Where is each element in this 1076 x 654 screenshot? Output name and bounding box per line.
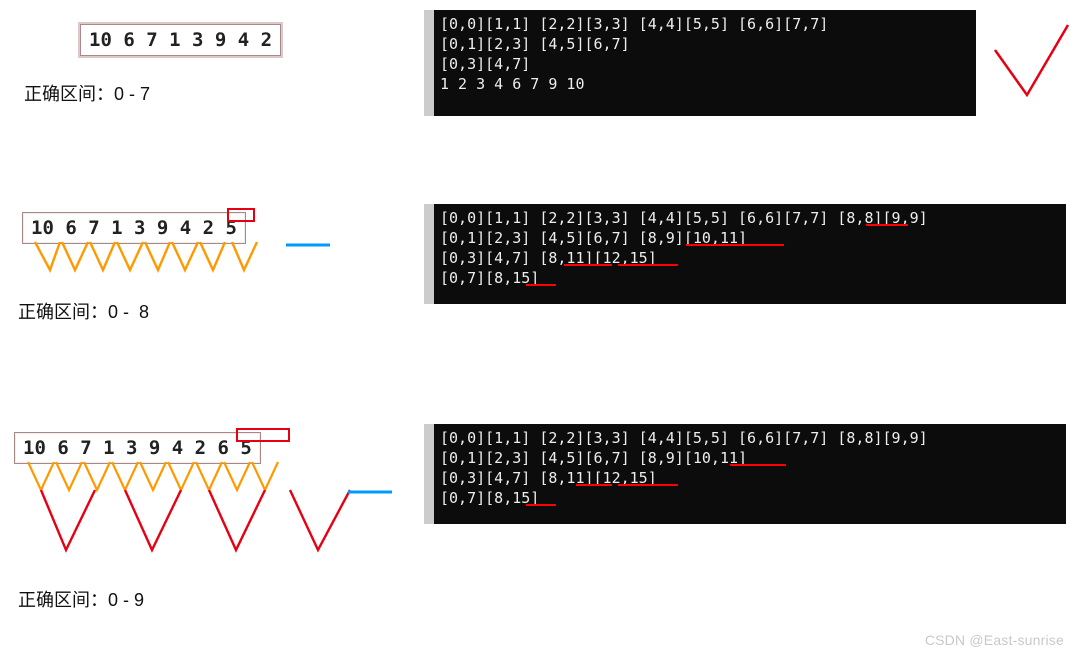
example-3: 10 6 7 1 3 9 4 2 6 5 正确区间：0 - 9 [0,0][1,… xyxy=(0,410,1076,640)
array-display-1: 10 6 7 1 3 9 4 2 xyxy=(80,24,281,56)
range-label-2: 正确区间：0 - 8 xyxy=(18,298,149,324)
terminal-output-1: [0,0][1,1] [2,2][3,3] [4,4][5,5] [6,6][7… xyxy=(424,10,976,116)
term1-line4: 1 2 3 4 6 7 9 10 xyxy=(440,75,585,93)
example-1: 10 6 7 1 3 9 4 2 正确区间：0 - 7 [0,0][1,1] [… xyxy=(0,10,1076,190)
term2-line1: [0,0][1,1] [2,2][3,3] [4,4][5,5] [6,6][7… xyxy=(440,209,928,227)
range-label-3: 正确区间：0 - 9 xyxy=(18,586,144,612)
array-display-2: 10 6 7 1 3 9 4 2 5 xyxy=(22,212,246,244)
term3-line1: [0,0][1,1] [2,2][3,3] [4,4][5,5] [6,6][7… xyxy=(440,429,928,447)
term3-line2: [0,1][2,3] [4,5][6,7] [8,9][10,11] xyxy=(440,449,747,467)
example-2: 10 6 7 1 3 9 4 2 5 正确区间：0 - 8 [0,0][1,1]… xyxy=(0,190,1076,390)
terminal-output-2: [0,0][1,1] [2,2][3,3] [4,4][5,5] [6,6][7… xyxy=(424,204,1066,304)
watermark-text: CSDN @East-sunrise xyxy=(925,632,1064,648)
highlight-box-icon xyxy=(227,208,255,222)
term1-line3: [0,3][4,7] xyxy=(440,55,530,73)
terminal-output-3: [0,0][1,1] [2,2][3,3] [4,4][5,5] [6,6][7… xyxy=(424,424,1066,524)
term1-line1: [0,0][1,1] [2,2][3,3] [4,4][5,5] [6,6][7… xyxy=(440,15,828,33)
range-label-1: 正确区间：0 - 7 xyxy=(24,80,150,106)
term2-line4: [0,7][8,15] xyxy=(440,269,539,287)
term1-line2: [0,1][2,3] [4,5][6,7] xyxy=(440,35,630,53)
array-display-3: 10 6 7 1 3 9 4 2 6 5 xyxy=(14,432,261,464)
highlight-box-icon xyxy=(236,428,290,442)
term3-line4: [0,7][8,15] xyxy=(440,489,539,507)
